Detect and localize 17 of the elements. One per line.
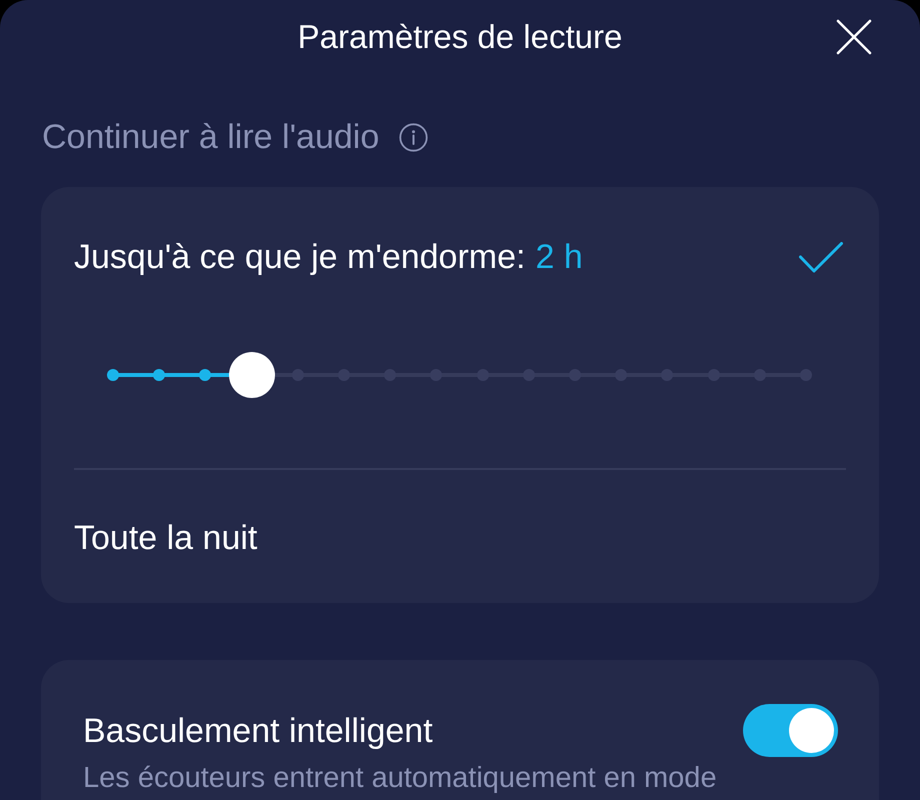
close-icon <box>836 19 872 55</box>
option-label: Toute la nuit <box>74 518 258 558</box>
toggle-switch[interactable] <box>743 704 838 757</box>
slider-stop-icon <box>107 369 119 381</box>
option-label: Jusqu'à ce que je m'endorme: <box>74 237 526 277</box>
slider-stop-icon <box>199 369 212 381</box>
info-button[interactable] <box>399 122 428 152</box>
sheet-title: Paramètres de lecture <box>298 17 622 57</box>
slider-track[interactable] <box>107 352 812 398</box>
close-button[interactable] <box>836 19 872 55</box>
setting-description: Les écouteurs entrent automatiquement en mode <box>83 763 717 793</box>
slider-thumb[interactable] <box>228 352 275 398</box>
slider-stop-icon <box>153 369 166 381</box>
option-value: 2 h <box>535 237 583 277</box>
setting-title: Basculement intelligent <box>83 710 433 750</box>
section-label: Continuer à lire l'audio <box>42 117 380 157</box>
info-icon <box>399 122 428 152</box>
